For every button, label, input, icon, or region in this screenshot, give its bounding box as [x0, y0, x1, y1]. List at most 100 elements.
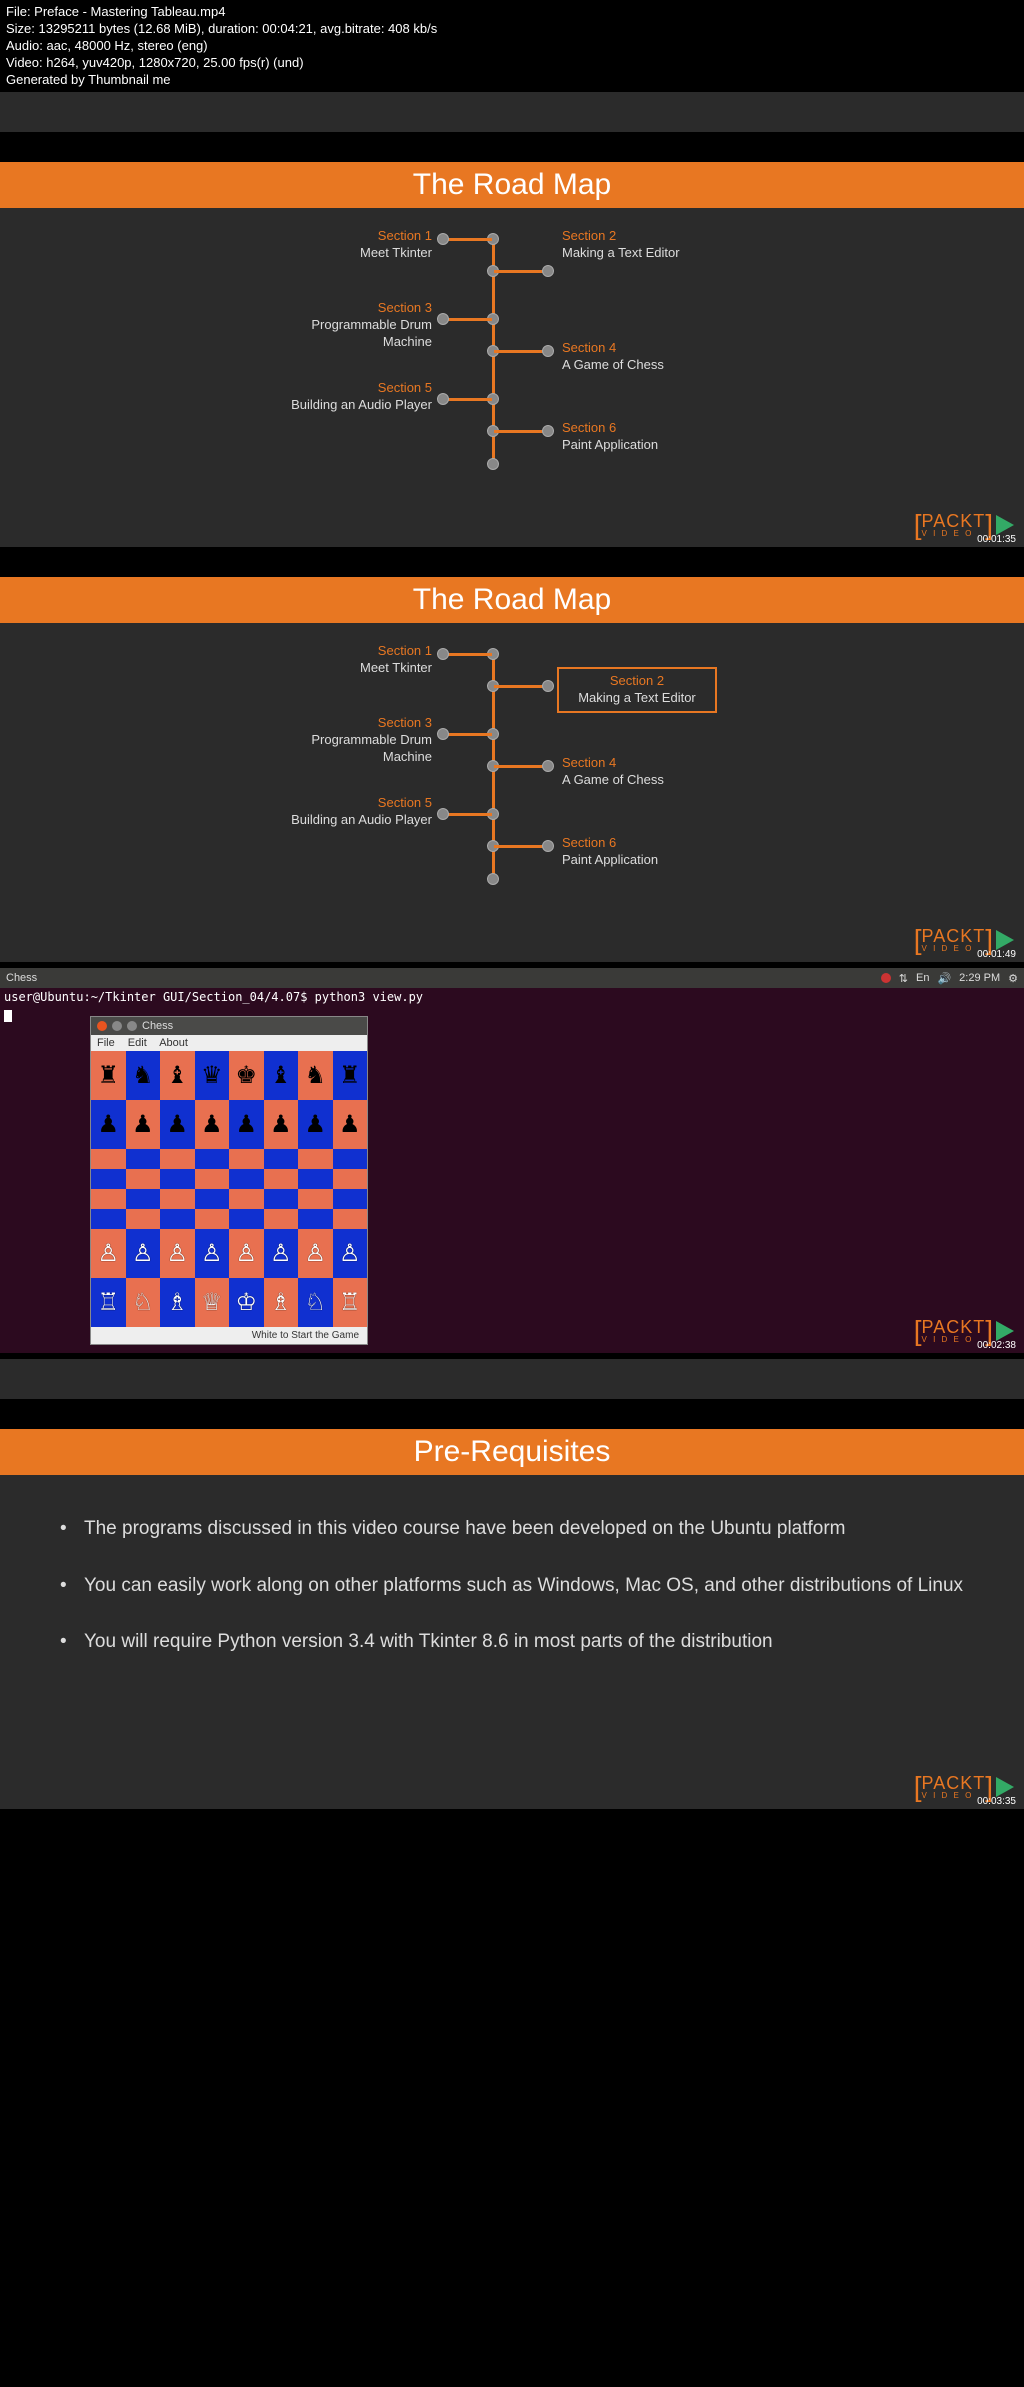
chess-square[interactable]: ♘	[298, 1278, 333, 1327]
chess-square[interactable]: ♙	[333, 1229, 368, 1278]
chess-square[interactable]	[160, 1189, 195, 1209]
chess-square[interactable]: ♜	[91, 1051, 126, 1100]
chess-square[interactable]	[160, 1149, 195, 1169]
audio-line: Audio: aac, 48000 Hz, stereo (eng)	[6, 38, 1018, 55]
chess-square[interactable]	[298, 1149, 333, 1169]
chess-square[interactable]	[195, 1149, 230, 1169]
chess-square[interactable]	[333, 1189, 368, 1209]
chess-square[interactable]	[160, 1169, 195, 1189]
video-line: Video: h264, yuv420p, 1280x720, 25.00 fp…	[6, 55, 1018, 72]
chess-square[interactable]: ♜	[333, 1051, 368, 1100]
chess-square[interactable]: ♘	[126, 1278, 161, 1327]
chess-square[interactable]: ♞	[126, 1051, 161, 1100]
lang-indicator: En	[916, 972, 929, 984]
chess-square[interactable]	[298, 1209, 333, 1229]
bullet-item: The programs discussed in this video cou…	[60, 1515, 964, 1544]
chess-square[interactable]: ♟	[333, 1100, 368, 1149]
play-icon	[996, 1777, 1014, 1797]
slide-title: The Road Map	[0, 162, 1024, 208]
chess-square[interactable]	[229, 1149, 264, 1169]
chess-square[interactable]: ♟	[126, 1100, 161, 1149]
chess-square[interactable]: ♔	[229, 1278, 264, 1327]
chess-square[interactable]: ♟	[229, 1100, 264, 1149]
chess-square[interactable]: ♟	[195, 1100, 230, 1149]
chess-square[interactable]: ♟	[160, 1100, 195, 1149]
chess-square[interactable]	[126, 1209, 161, 1229]
timestamp: 00:03:35	[977, 1796, 1016, 1807]
chess-square[interactable]	[229, 1189, 264, 1209]
terminal-prompt: user@Ubuntu:~/Tkinter GUI/Section_04/4.0…	[0, 988, 1024, 1006]
chess-square[interactable]: ♗	[160, 1278, 195, 1327]
menu-about[interactable]: About	[159, 1037, 188, 1049]
menu-edit[interactable]: Edit	[128, 1037, 147, 1049]
chess-square[interactable]	[195, 1169, 230, 1189]
chess-square[interactable]	[333, 1209, 368, 1229]
chess-square[interactable]	[160, 1209, 195, 1229]
network-icon: ⇅	[899, 972, 908, 985]
chess-square[interactable]: ♖	[333, 1278, 368, 1327]
chess-square[interactable]	[126, 1189, 161, 1209]
clock: 2:29 PM	[959, 972, 1000, 984]
play-icon	[996, 515, 1014, 535]
chess-square[interactable]	[126, 1169, 161, 1189]
size-line: Size: 13295211 bytes (12.68 MiB), durati…	[6, 21, 1018, 38]
slide-chess: Chess ⇅ En 🔊 2:29 PM ⚙ user@Ubuntu:~/Tki…	[0, 968, 1024, 1353]
maximize-icon[interactable]	[127, 1021, 137, 1031]
chess-square[interactable]	[91, 1149, 126, 1169]
chess-square[interactable]	[91, 1189, 126, 1209]
chess-square[interactable]	[264, 1189, 299, 1209]
timestamp: 00:01:35	[977, 534, 1016, 545]
chess-square[interactable]: ♚	[229, 1051, 264, 1100]
menu-file[interactable]: File	[97, 1037, 115, 1049]
chess-square[interactable]: ♙	[298, 1229, 333, 1278]
chess-square[interactable]: ♟	[264, 1100, 299, 1149]
minimize-icon[interactable]	[112, 1021, 122, 1031]
chess-window: Chess File Edit About ♜♞♝♛♚♝♞♜♟♟♟♟♟♟♟♟♙♙…	[90, 1016, 368, 1345]
file-info: File: Preface - Mastering Tableau.mp4 Si…	[0, 0, 1024, 92]
chess-square[interactable]: ♛	[195, 1051, 230, 1100]
chess-square[interactable]: ♗	[264, 1278, 299, 1327]
chess-square[interactable]: ♙	[229, 1229, 264, 1278]
ubuntu-top-bar: Chess ⇅ En 🔊 2:29 PM ⚙	[0, 968, 1024, 988]
chess-square[interactable]: ♙	[160, 1229, 195, 1278]
chess-square[interactable]: ♕	[195, 1278, 230, 1327]
chess-square[interactable]	[333, 1149, 368, 1169]
chess-square[interactable]	[264, 1169, 299, 1189]
chess-square[interactable]	[195, 1189, 230, 1209]
gear-icon: ⚙	[1008, 972, 1018, 985]
gen-line: Generated by Thumbnail me	[6, 72, 1018, 89]
play-icon	[996, 1321, 1014, 1341]
record-icon	[881, 973, 891, 983]
chess-square[interactable]: ♙	[126, 1229, 161, 1278]
chess-square[interactable]	[333, 1169, 368, 1189]
chess-square[interactable]	[91, 1209, 126, 1229]
chess-square[interactable]	[229, 1169, 264, 1189]
chessboard[interactable]: ♜♞♝♛♚♝♞♜♟♟♟♟♟♟♟♟♙♙♙♙♙♙♙♙♖♘♗♕♔♗♘♖	[91, 1051, 367, 1327]
volume-icon: 🔊	[937, 972, 951, 985]
chess-square[interactable]: ♙	[91, 1229, 126, 1278]
chess-square[interactable]	[195, 1209, 230, 1229]
chess-square[interactable]: ♝	[160, 1051, 195, 1100]
chess-square[interactable]	[298, 1169, 333, 1189]
chess-square[interactable]	[298, 1189, 333, 1209]
section-highlighted: Section 2Making a Text Editor	[557, 667, 717, 713]
chess-square[interactable]	[264, 1209, 299, 1229]
roadmap-diagram: Section 1Meet Tkinter Section 2Making a …	[262, 228, 762, 508]
chess-square[interactable]	[229, 1209, 264, 1229]
chess-square[interactable]: ♙	[195, 1229, 230, 1278]
chess-square[interactable]: ♝	[264, 1051, 299, 1100]
chess-square[interactable]: ♟	[298, 1100, 333, 1149]
chess-square[interactable]: ♟	[91, 1100, 126, 1149]
chess-square[interactable]	[264, 1149, 299, 1169]
bullet-item: You will require Python version 3.4 with…	[60, 1628, 964, 1657]
chess-square[interactable]: ♖	[91, 1278, 126, 1327]
chess-square[interactable]: ♞	[298, 1051, 333, 1100]
roadmap-diagram: Section 1Meet Tkinter Section 2Making a …	[262, 643, 762, 923]
chess-square[interactable]	[126, 1149, 161, 1169]
close-icon[interactable]	[97, 1021, 107, 1031]
play-icon	[996, 930, 1014, 950]
chess-square[interactable]: ♙	[264, 1229, 299, 1278]
status-bar: White to Start the Game	[91, 1327, 367, 1344]
window-titlebar: Chess	[91, 1017, 367, 1035]
chess-square[interactable]	[91, 1169, 126, 1189]
